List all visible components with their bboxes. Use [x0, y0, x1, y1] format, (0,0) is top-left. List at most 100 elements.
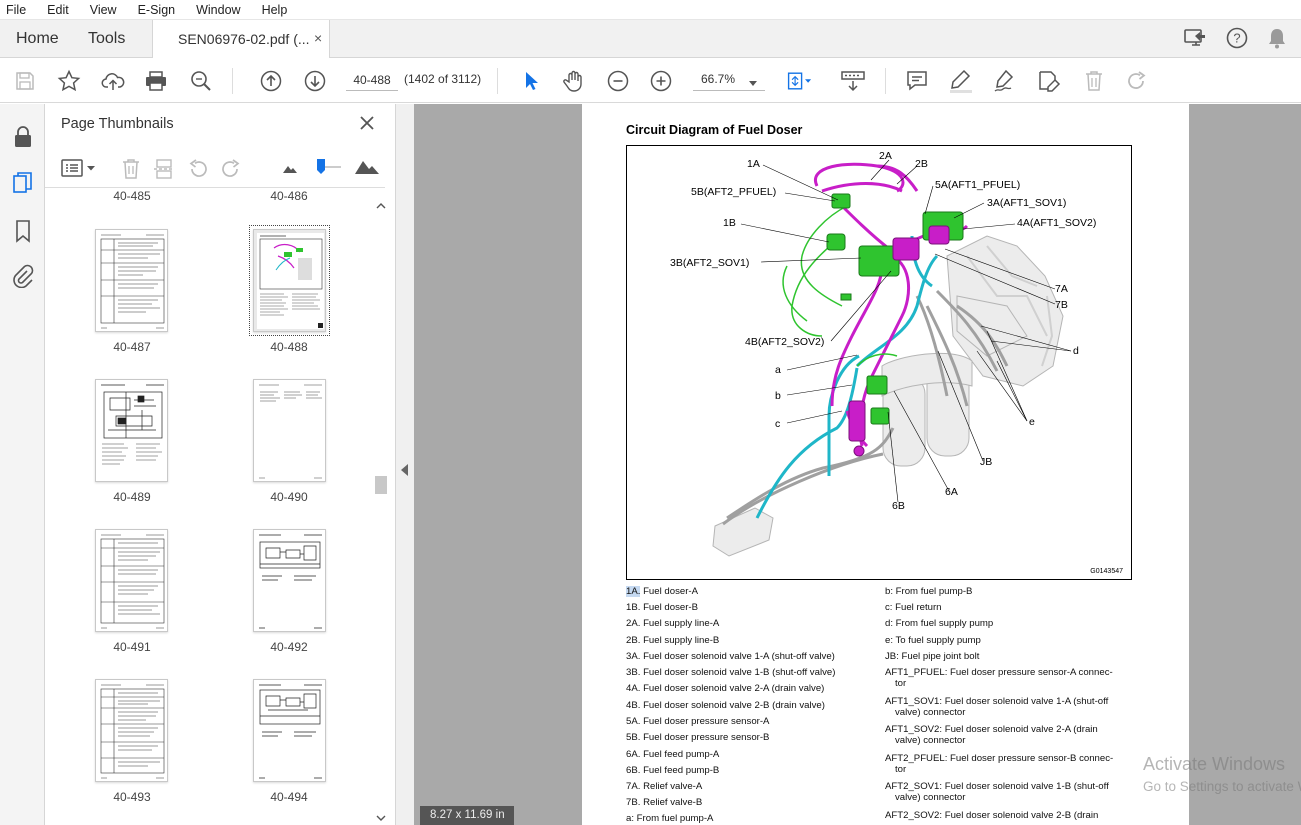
menu-esign[interactable]: E-Sign [136, 3, 178, 17]
panel-splitter[interactable] [396, 104, 414, 825]
legend-item: a: From fuel pump-A [626, 813, 713, 824]
zoom-in-icon[interactable] [648, 68, 674, 94]
legend-text: Fuel doser pressure sensor-A [640, 716, 770, 727]
tab-home[interactable]: Home [16, 30, 59, 48]
figure-code: G0143547 [1090, 568, 1123, 575]
print-icon[interactable] [143, 68, 169, 94]
callout-1B: 1B [723, 217, 736, 229]
legend-code-highlighted: 1A. [626, 586, 641, 597]
page-thumbnail-selected[interactable] [249, 225, 330, 336]
menu-help[interactable]: Help [260, 3, 290, 17]
callout-6B: 6B [892, 500, 905, 512]
tab-document[interactable]: SEN06976-02.pdf (... × [152, 20, 330, 58]
legend-code: 7A. [626, 781, 641, 792]
page-thumbnail[interactable] [253, 679, 326, 782]
zoom-search-icon[interactable] [188, 68, 214, 94]
thumbnail-label: 40-494 [270, 790, 308, 804]
options-menu-icon[interactable] [61, 157, 97, 182]
help-icon[interactable]: ? [1225, 26, 1249, 53]
callout-1A: 1A [747, 158, 760, 170]
zoom-level-field[interactable]: 66.7% [693, 69, 765, 91]
legend-item: 4A. Fuel doser solenoid valve 2-A (drain… [626, 683, 824, 694]
legend-text: Fuel feed pump-B [640, 765, 720, 776]
attachments-paperclip-icon[interactable] [10, 263, 36, 289]
legend-code: 5A. [626, 716, 641, 727]
legend-text: From fuel pump-A [634, 813, 714, 824]
page-thumbnail[interactable] [95, 679, 168, 782]
scroll-mode-icon[interactable] [840, 68, 866, 94]
page-thumbnails-icon[interactable] [10, 170, 36, 196]
tab-tools[interactable]: Tools [88, 30, 125, 48]
callout-a: a [775, 364, 781, 376]
thumbnail-label: 40-486 [270, 189, 308, 201]
legend-code: a: [626, 813, 635, 824]
menu-bar: File Edit View E-Sign Window Help [0, 0, 1301, 20]
thumbnail-size-slider[interactable] [315, 157, 343, 180]
legend-text: Fuel doser-B [640, 602, 698, 613]
callout-JB: JB [980, 456, 992, 468]
menu-window[interactable]: Window [194, 3, 242, 17]
rotate-counterclockwise-icon[interactable] [187, 158, 209, 183]
legend-item: 4B. Fuel doser solenoid valve 2-B (drain… [626, 700, 825, 711]
collapse-panel-icon[interactable] [401, 464, 409, 479]
bookmarks-icon[interactable] [10, 218, 36, 244]
previous-page-icon[interactable] [258, 68, 284, 94]
svg-text:?: ? [1233, 31, 1240, 46]
menu-file[interactable]: File [4, 3, 28, 17]
legend-code: 3B. [626, 667, 641, 678]
edit-text-icon[interactable] [1036, 68, 1062, 94]
thumbnail-scrollbar[interactable] [374, 196, 388, 825]
legend-item: b: From fuel pump-B [885, 586, 972, 597]
small-thumbnail-icon[interactable] [282, 162, 298, 177]
zoom-out-icon[interactable] [605, 68, 631, 94]
notification-bell-icon[interactable] [1266, 26, 1288, 53]
rotate-clockwise-icon[interactable] [220, 158, 242, 183]
extract-page-icon[interactable] [153, 158, 175, 183]
select-cursor-icon[interactable] [518, 68, 544, 94]
delete-icon[interactable] [1081, 68, 1107, 94]
page-thumbnail[interactable] [95, 379, 168, 482]
legend-item: 6B. Fuel feed pump-B [626, 765, 719, 776]
page-number-input[interactable] [346, 69, 398, 91]
callout-3B: 3B(AFT2_SOV1) [670, 257, 749, 269]
tab-close-icon[interactable]: × [314, 30, 322, 46]
legend-item: AFT2_SOV2: Fuel doser solenoid valve 2-B… [885, 810, 1098, 821]
upload-cloud-icon[interactable] [100, 68, 126, 94]
callout-5B: 5B(AFT2_PFUEL) [691, 186, 776, 198]
page-thumbnail[interactable] [253, 379, 326, 482]
delete-page-icon[interactable] [121, 158, 141, 183]
bookmark-star-icon[interactable] [56, 68, 82, 94]
redo-icon[interactable] [1124, 68, 1150, 94]
thumbnail-label: 40-491 [113, 640, 151, 654]
security-lock-icon[interactable] [10, 124, 36, 150]
legend-item: 7A. Relief valve-A [626, 781, 702, 792]
comment-icon[interactable] [904, 68, 930, 94]
toolbar-divider [232, 68, 233, 94]
save-icon[interactable] [12, 68, 38, 94]
close-icon[interactable] [358, 114, 376, 135]
legend-code: 6A. [626, 749, 641, 760]
chevron-down-icon[interactable] [749, 76, 757, 90]
page-thumbnail[interactable] [95, 229, 168, 332]
large-thumbnail-icon[interactable] [354, 156, 380, 179]
draw-pen-icon[interactable] [992, 68, 1018, 94]
hand-tool-icon[interactable] [561, 68, 587, 94]
menu-edit[interactable]: Edit [45, 3, 71, 17]
activate-windows-subtext: Go to Settings to activate Windows. [1143, 779, 1301, 794]
legend-code: 5B. [626, 732, 641, 743]
document-view[interactable]: Circuit Diagram of Fuel Doser 1A 2A 2B 5… [414, 104, 1301, 825]
page-thumbnail[interactable] [253, 529, 326, 632]
page-thumbnail[interactable] [95, 529, 168, 632]
menu-view[interactable]: View [88, 3, 119, 17]
next-page-icon[interactable] [302, 68, 328, 94]
legend-text: Fuel doser-A [640, 586, 698, 597]
thumbnail-label: 40-485 [113, 189, 151, 201]
legend-text: Fuel feed pump-A [640, 749, 720, 760]
thumbnail-toolbar [45, 148, 385, 188]
fit-page-icon[interactable] [786, 68, 812, 94]
legend-item: e: To fuel supply pump [885, 635, 981, 646]
share-screen-icon[interactable] [1183, 26, 1207, 53]
highlight-pen-icon[interactable] [948, 68, 974, 94]
circuit-diagram-figure: 1A 2A 2B 5B(AFT2_PFUEL) 5A(AFT1_PFUEL) 3… [626, 145, 1132, 580]
legend-text: AFT1_SOV1: Fuel doser solenoid valve 1-A… [885, 696, 1109, 707]
